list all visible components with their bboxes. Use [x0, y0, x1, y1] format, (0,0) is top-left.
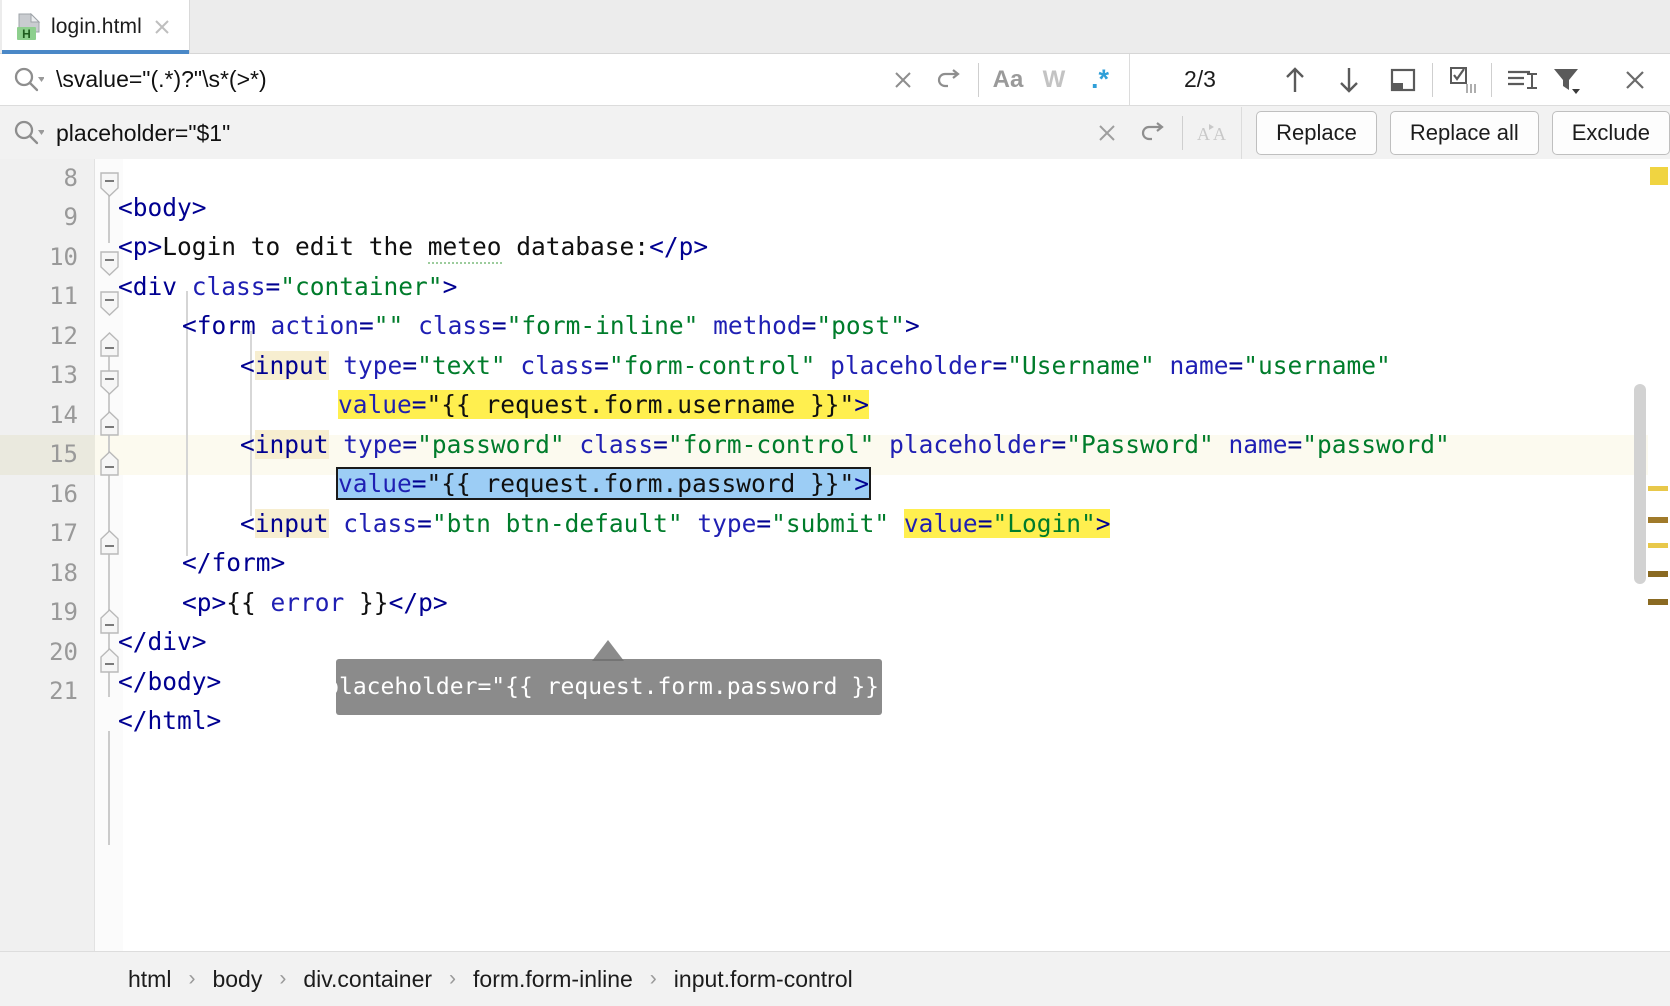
match-case-toggle[interactable]: Aa — [985, 59, 1031, 101]
editor-marker-bar[interactable] — [1648, 159, 1670, 951]
open-in-editor-icon[interactable] — [1380, 59, 1426, 101]
divider — [1491, 63, 1492, 97]
breadcrumb-separator-icon: › — [449, 967, 456, 991]
replace-buttons: Replace Replace all Exclude — [1256, 111, 1670, 155]
divider — [1129, 54, 1130, 106]
search-field[interactable]: \svalue="(.*)?"\s*(>*) — [0, 54, 738, 106]
divider — [1182, 116, 1183, 150]
preserve-case-icon[interactable]: A A — [1189, 112, 1235, 154]
code-line[interactable]: <form action="" class="form-inline" meth… — [0, 277, 1670, 317]
find-row: \svalue="(.*)?"\s*(>*) Aa — [0, 54, 1670, 106]
breadcrumb-separator-icon: › — [188, 967, 195, 991]
code-line[interactable]: </form> — [0, 514, 1670, 554]
replace-field-actions: A A — [1084, 112, 1235, 154]
find-next-button[interactable] — [1326, 59, 1372, 101]
search-icon[interactable] — [10, 116, 44, 150]
marker-match[interactable] — [1648, 517, 1668, 523]
regex-toggle[interactable]: .* — [1077, 59, 1123, 101]
close-find-panel-button[interactable] — [1612, 59, 1658, 101]
clear-replace-icon[interactable] — [1084, 112, 1130, 154]
breadcrumb-item-input-form-control[interactable]: input.form-control — [674, 966, 853, 993]
code-line[interactable]: <input class="btn btn-default" type="sub… — [0, 475, 1670, 515]
regex-icon: .* — [1091, 66, 1109, 93]
svg-text:H: H — [22, 27, 31, 41]
filter-funnel-icon[interactable] — [1544, 59, 1590, 101]
divider — [1432, 63, 1433, 97]
search-history-icon[interactable] — [926, 59, 972, 101]
search-icon[interactable] — [10, 63, 44, 97]
code-line[interactable]: <input type="text" class="form-control" … — [0, 317, 1670, 357]
svg-text:A: A — [1213, 124, 1226, 144]
code-line[interactable]: value="{{ request.form.username }}"> — [0, 356, 1670, 396]
replace-button[interactable]: Replace — [1256, 111, 1377, 155]
replace-input-value[interactable]: placeholder="$1" — [56, 120, 230, 147]
editor-tab-bar: H login.html — [0, 0, 1670, 54]
breadcrumb-item-form-form-inline[interactable]: form.form-inline — [473, 966, 633, 993]
in-selection-icon[interactable] — [1439, 59, 1485, 101]
find-replace-panel: \svalue="(.*)?"\s*(>*) Aa — [0, 54, 1670, 159]
match-lines-icon[interactable] — [1498, 59, 1544, 101]
whole-words-toggle[interactable]: W — [1031, 59, 1077, 101]
code-editor[interactable]: 8 9 10 11 12 13 14 15 16 17 18 19 20 21 … — [0, 159, 1670, 951]
marker-match[interactable] — [1648, 571, 1668, 577]
marker-match[interactable] — [1648, 543, 1668, 548]
close-icon[interactable] — [151, 16, 173, 38]
breadcrumb-item-div-container[interactable]: div.container — [303, 966, 432, 993]
breadcrumb-separator-icon: › — [279, 967, 286, 991]
divider — [978, 63, 979, 97]
replace-field[interactable]: placeholder="$1" — [0, 107, 836, 159]
code-line[interactable]: <p>{{ error }}</p> — [0, 554, 1670, 594]
divider — [1241, 107, 1242, 159]
exclude-button[interactable]: Exclude — [1552, 111, 1670, 155]
breadcrumb-separator-icon: › — [650, 967, 657, 991]
breadcrumb: html › body › div.container › form.form-… — [0, 951, 1670, 1006]
html-file-icon: H — [16, 13, 42, 41]
svg-text:A: A — [1197, 124, 1210, 144]
breadcrumb-item-body[interactable]: body — [212, 966, 262, 993]
clear-search-icon[interactable] — [880, 59, 926, 101]
replace-all-button[interactable]: Replace all — [1390, 111, 1539, 155]
marker-warning[interactable] — [1650, 167, 1668, 185]
ide-window: H login.html \ — [0, 0, 1670, 1006]
fold-guide-line — [108, 731, 110, 845]
search-input-value[interactable]: \svalue="(.*)?"\s*(>*) — [56, 66, 267, 93]
find-previous-button[interactable] — [1272, 59, 1318, 101]
marker-match[interactable] — [1648, 486, 1668, 491]
match-counter: 2/3 — [1140, 66, 1260, 93]
code-line[interactable]: <p>Login to edit the meteo database:</p> — [0, 198, 1670, 238]
marker-match[interactable] — [1648, 599, 1668, 605]
replacement-preview-tooltip: placeholder="{{ request.form.password }}… — [336, 659, 882, 715]
code-line[interactable]: <input type="password" class="form-contr… — [0, 396, 1670, 436]
editor-tab-label: login.html — [51, 15, 142, 39]
code-line-current[interactable]: value="{{ request.form.password }}"> — [0, 435, 1670, 475]
code-line[interactable]: <body> — [0, 159, 1670, 199]
code-line[interactable]: </div> — [0, 593, 1670, 633]
find-field-actions: Aa W .* — [880, 59, 1123, 101]
replace-history-icon[interactable] — [1130, 112, 1176, 154]
editor-tab-login-html[interactable]: H login.html — [2, 0, 190, 54]
code-line[interactable]: <div class="container"> — [0, 238, 1670, 278]
editor-scrollbar-thumb[interactable] — [1634, 384, 1646, 584]
breadcrumb-item-html[interactable]: html — [128, 966, 171, 993]
tooltip-arrow — [592, 640, 624, 661]
replace-row: placeholder="$1" A — [0, 107, 1670, 159]
